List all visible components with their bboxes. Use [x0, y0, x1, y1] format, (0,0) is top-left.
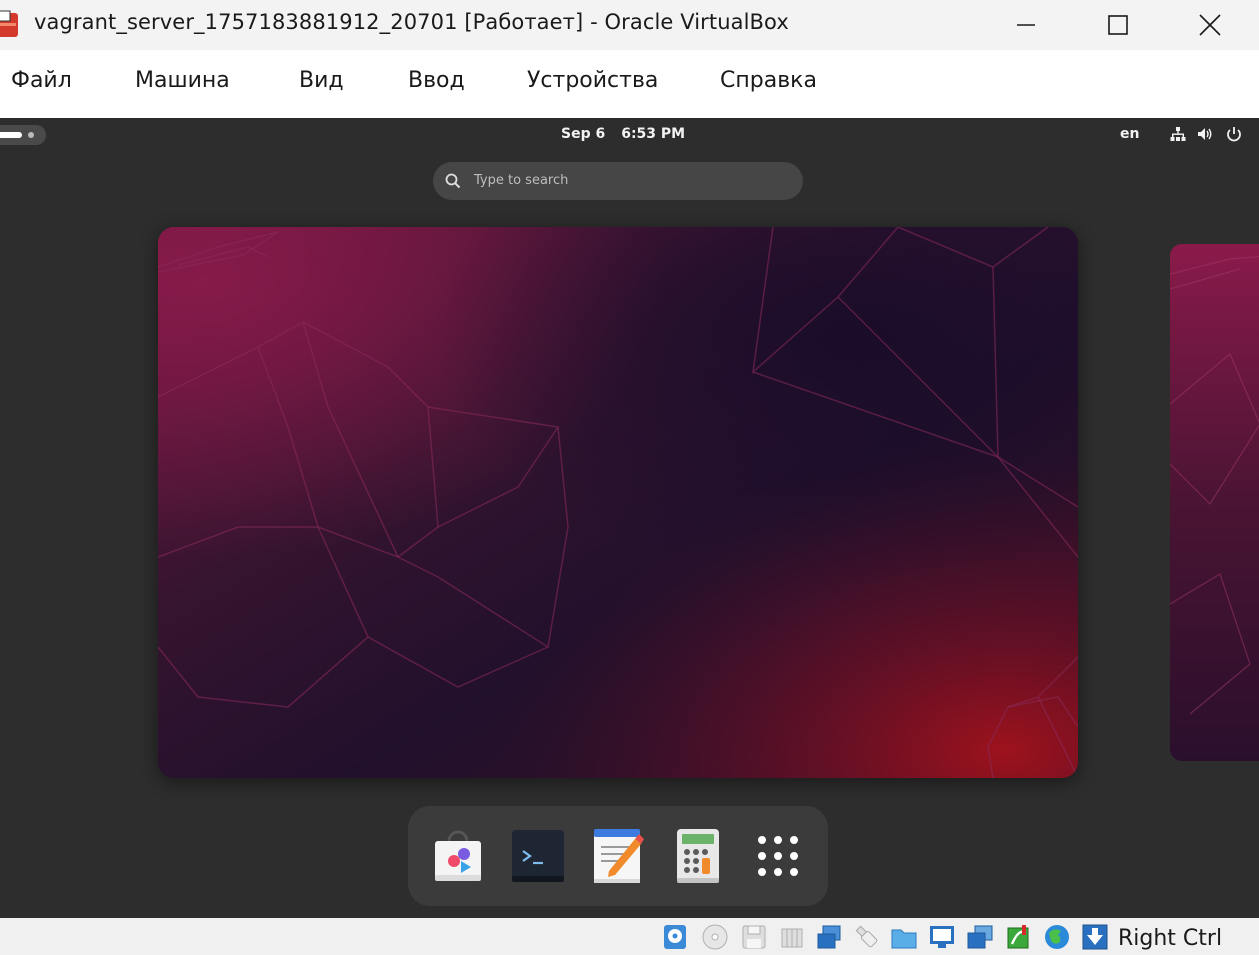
calculator-icon: [677, 829, 719, 883]
menu-bar: Файл Машина Вид Ввод Устройства Справка: [0, 50, 1259, 118]
power-icon[interactable]: [1226, 126, 1242, 142]
app-grid-icon: [758, 836, 798, 876]
usb-icon[interactable]: [853, 923, 881, 951]
software-store-icon: [435, 830, 481, 881]
vm-status-bar: Right Ctrl: [0, 918, 1259, 955]
window-title-bar: vagrant_server_1757183881912_20701 [Рабо…: [0, 0, 1259, 50]
display-icon[interactable]: [928, 923, 956, 951]
hard-disk-icon[interactable]: [661, 923, 689, 951]
keyboard-layout-indicator[interactable]: en: [1120, 126, 1139, 142]
maximize-button[interactable]: [1072, 0, 1164, 50]
guest-additions-icon[interactable]: [1043, 923, 1071, 951]
cpu-execution-icon[interactable]: [1004, 923, 1032, 951]
window-title: vagrant_server_1757183881912_20701 [Рабо…: [34, 10, 789, 34]
time-label: 6:53 PM: [621, 126, 686, 142]
volume-icon[interactable]: [1197, 126, 1213, 142]
network-icon[interactable]: [1170, 126, 1186, 142]
audio-icon[interactable]: [778, 923, 806, 951]
shared-folders-icon[interactable]: [890, 923, 918, 951]
workspace-thumbnail-current[interactable]: [158, 227, 1078, 778]
minimize-button[interactable]: [980, 0, 1072, 50]
virtualbox-app-icon: [0, 10, 18, 37]
terminal-icon: [512, 830, 564, 882]
workspace-indicator-active: [0, 132, 22, 138]
dock-item-text-editor[interactable]: [588, 826, 648, 886]
date-label: Sep 6: [561, 126, 606, 142]
optical-drive-icon[interactable]: [701, 923, 729, 951]
minimize-icon: [1017, 24, 1035, 26]
gnome-top-bar: Sep 6 6:53 PM en: [0, 118, 1259, 150]
mouse-integration-icon[interactable]: [1081, 923, 1109, 951]
recording-icon[interactable]: [966, 923, 994, 951]
maximize-icon: [1108, 15, 1128, 35]
close-icon: [1199, 14, 1221, 36]
network-adapters-icon[interactable]: [815, 923, 843, 951]
close-button[interactable]: [1164, 0, 1256, 50]
dock-item-terminal[interactable]: [508, 826, 568, 886]
text-editor-icon: [594, 829, 644, 883]
floppy-icon[interactable]: [740, 923, 768, 951]
workspace-indicator-inactive: [28, 132, 34, 138]
wallpaper-image: [158, 227, 1078, 778]
host-key-label: Right Ctrl: [1118, 926, 1223, 951]
menu-machine[interactable]: Машина: [135, 68, 230, 93]
menu-devices[interactable]: Устройства: [527, 68, 658, 93]
dock-item-calculator[interactable]: [668, 826, 728, 886]
activities-button[interactable]: [0, 125, 46, 145]
dash-dock: [408, 806, 828, 906]
date-time-button[interactable]: Sep 6 6:53 PM: [561, 126, 685, 142]
menu-file[interactable]: Файл: [11, 68, 72, 93]
workspace-thumbnail-next[interactable]: [1170, 244, 1259, 761]
dock-item-software[interactable]: [428, 826, 488, 886]
search-icon: [445, 173, 461, 189]
wallpaper-image-next: [1170, 244, 1259, 761]
dock-item-show-apps[interactable]: [748, 826, 808, 886]
menu-view[interactable]: Вид: [299, 68, 344, 93]
menu-help[interactable]: Справка: [720, 68, 817, 93]
search-input[interactable]: Type to search: [433, 162, 803, 200]
menu-input[interactable]: Ввод: [408, 68, 465, 93]
guest-screen[interactable]: Sep 6 6:53 PM en Type to search: [0, 118, 1259, 918]
search-placeholder: Type to search: [474, 173, 569, 188]
